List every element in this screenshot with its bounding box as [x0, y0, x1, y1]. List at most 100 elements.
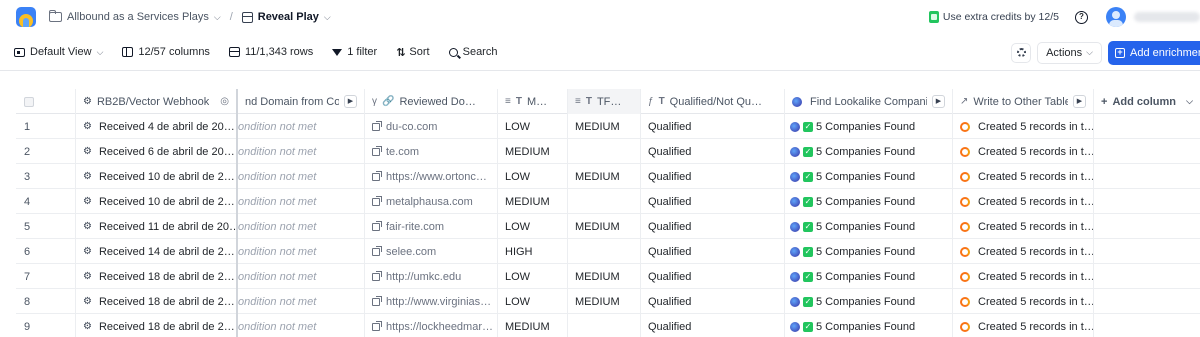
qualified-cell[interactable]: Qualified — [641, 314, 785, 337]
domain-from-cell[interactable]: ondition not met — [238, 214, 365, 239]
app-logo-icon[interactable] — [16, 7, 36, 27]
tf-cell[interactable]: MEDIUM — [568, 114, 641, 139]
columns-button[interactable]: 12/57 columns — [122, 46, 210, 58]
m-cell[interactable]: HIGH — [498, 239, 568, 264]
domain-from-cell[interactable]: ondition not met — [238, 239, 365, 264]
row-number-cell[interactable]: 5 — [16, 214, 76, 239]
row-number-cell[interactable]: 8 — [16, 289, 76, 314]
qualified-cell[interactable]: Qualified — [641, 139, 785, 164]
reviewed-domain-cell[interactable]: https://lockheedmar… — [365, 314, 498, 337]
external-link-icon[interactable] — [372, 295, 382, 306]
external-link-icon[interactable] — [372, 245, 382, 256]
breadcrumb-workbook[interactable]: Allbound as a Services Plays — [67, 11, 209, 23]
table-row[interactable]: 4 ⚙ Received 10 de abril de 2… ondition not… — [16, 189, 1200, 214]
domain-from-cell[interactable]: ondition not met — [238, 264, 365, 289]
row-number-cell[interactable]: 6 — [16, 239, 76, 264]
table-row[interactable]: 5 ⚙ Received 11 de abril de 20… ondition no… — [16, 214, 1200, 239]
reviewed-domain-value[interactable]: te.com — [386, 146, 419, 158]
settings-button[interactable] — [1011, 42, 1032, 63]
target-icon[interactable]: ◎ — [220, 96, 229, 107]
empty-cell[interactable] — [1094, 189, 1200, 214]
lookalike-cell[interactable]: ✓ 5 Companies Found — [785, 164, 953, 189]
rows-button[interactable]: 11/1,343 rows — [228, 46, 313, 58]
empty-cell[interactable] — [1094, 289, 1200, 314]
reviewed-domain-value[interactable]: metalphausa.com — [386, 196, 473, 208]
view-selector[interactable]: Default View ⌵ — [14, 46, 103, 58]
webhook-cell[interactable]: ⚙ Received 6 de abril de 20… — [76, 139, 238, 164]
m-cell[interactable]: LOW — [498, 114, 568, 139]
empty-cell[interactable] — [1094, 214, 1200, 239]
reviewed-domain-value[interactable]: https://www.ortonc… — [386, 171, 487, 183]
tf-cell[interactable]: MEDIUM — [568, 289, 641, 314]
tf-cell[interactable]: MEDIUM — [568, 164, 641, 189]
run-column-icon[interactable]: ▶ — [344, 95, 357, 108]
webhook-cell[interactable]: ⚙ Received 18 de abril de 2… — [76, 264, 238, 289]
external-link-icon[interactable] — [372, 320, 382, 331]
column-header-lookalike[interactable]: Find Lookalike Companie… ▶ — [785, 89, 953, 114]
reviewed-domain-value[interactable]: du-co.com — [386, 121, 437, 133]
run-column-icon[interactable]: ▶ — [1073, 95, 1086, 108]
lookalike-cell[interactable]: ✓ 5 Companies Found — [785, 289, 953, 314]
select-all-cell[interactable] — [16, 89, 76, 114]
write-cell[interactable]: Created 5 records in t… — [953, 264, 1094, 289]
lookalike-cell[interactable]: ✓ 5 Companies Found — [785, 114, 953, 139]
webhook-cell[interactable]: ⚙ Received 18 de abril de 2… — [76, 289, 238, 314]
write-cell[interactable]: Created 5 records in t… — [953, 164, 1094, 189]
run-column-icon[interactable]: ▶ — [932, 95, 945, 108]
reviewed-domain-value[interactable]: https://lockheedmar… — [386, 321, 493, 333]
write-cell[interactable]: Created 5 records in t… — [953, 214, 1094, 239]
reviewed-domain-cell[interactable]: selee.com — [365, 239, 498, 264]
qualified-cell[interactable]: Qualified — [641, 289, 785, 314]
m-cell[interactable]: MEDIUM — [498, 314, 568, 337]
webhook-cell[interactable]: ⚙ Received 10 de abril de 2… — [76, 189, 238, 214]
row-number-cell[interactable]: 7 — [16, 264, 76, 289]
domain-from-cell[interactable]: ondition not met — [238, 164, 365, 189]
m-cell[interactable]: MEDIUM — [498, 189, 568, 214]
search-button[interactable]: Search — [448, 46, 497, 58]
domain-from-cell[interactable]: ondition not met — [238, 289, 365, 314]
domain-from-cell[interactable]: ondition not met — [238, 189, 365, 214]
write-cell[interactable]: Created 5 records in t… — [953, 189, 1094, 214]
filter-button[interactable]: 1 filter — [332, 46, 377, 58]
write-cell[interactable]: Created 5 records in t… — [953, 314, 1094, 337]
write-cell[interactable]: Created 5 records in t… — [953, 139, 1094, 164]
m-cell[interactable]: LOW — [498, 264, 568, 289]
lookalike-cell[interactable]: ✓ 5 Companies Found — [785, 314, 953, 337]
sort-button[interactable]: ⇅ Sort — [396, 46, 429, 59]
reviewed-domain-cell[interactable]: https://www.ortonc… — [365, 164, 498, 189]
external-link-icon[interactable] — [372, 170, 382, 181]
row-number-cell[interactable]: 1 — [16, 114, 76, 139]
table-row[interactable]: 2 ⚙ Received 6 de abril de 20… ondition not… — [16, 139, 1200, 164]
column-header-tf[interactable]: ≡ T TF… — [568, 89, 641, 114]
reviewed-domain-value[interactable]: http://www.virginias… — [386, 296, 491, 308]
empty-cell[interactable] — [1094, 164, 1200, 189]
domain-from-cell[interactable]: ondition not met — [238, 314, 365, 337]
qualified-cell[interactable]: Qualified — [641, 239, 785, 264]
table-row[interactable]: 3 ⚙ Received 10 de abril de 2… ondition not… — [16, 164, 1200, 189]
reviewed-domain-value[interactable]: selee.com — [386, 246, 436, 258]
write-cell[interactable]: Created 5 records in t… — [953, 114, 1094, 139]
reviewed-domain-value[interactable]: http://umkc.edu — [386, 271, 461, 283]
empty-cell[interactable] — [1094, 264, 1200, 289]
credits-notice[interactable]: Use extra credits by 12/5 — [928, 11, 1059, 23]
tf-cell[interactable] — [568, 314, 641, 337]
table-row[interactable]: 8 ⚙ Received 18 de abril de 2… ondition not… — [16, 289, 1200, 314]
reviewed-domain-value[interactable]: fair-rite.com — [386, 221, 444, 233]
table-row[interactable]: 1 ⚙ Received 4 de abril de 20… ondition not… — [16, 114, 1200, 139]
add-enrichment-button[interactable]: + Add enrichment — [1108, 40, 1200, 65]
tf-cell[interactable] — [568, 189, 641, 214]
reviewed-domain-cell[interactable]: te.com — [365, 139, 498, 164]
chevron-down-icon[interactable]: ⌵ — [214, 12, 221, 23]
webhook-cell[interactable]: ⚙ Received 4 de abril de 20… — [76, 114, 238, 139]
row-number-cell[interactable]: 3 — [16, 164, 76, 189]
reviewed-domain-cell[interactable]: fair-rite.com — [365, 214, 498, 239]
qualified-cell[interactable]: Qualified — [641, 214, 785, 239]
tf-cell[interactable] — [568, 139, 641, 164]
tf-cell[interactable]: MEDIUM — [568, 264, 641, 289]
column-header-reviewed-domain[interactable]: γ 🔗 Reviewed Do… — [365, 89, 498, 114]
m-cell[interactable]: LOW — [498, 289, 568, 314]
lookalike-cell[interactable]: ✓ 5 Companies Found — [785, 239, 953, 264]
column-header-qualified[interactable]: ƒ T Qualified/Not Qu… — [641, 89, 785, 114]
domain-from-cell[interactable]: ondition not met — [238, 139, 365, 164]
row-number-cell[interactable]: 4 — [16, 189, 76, 214]
